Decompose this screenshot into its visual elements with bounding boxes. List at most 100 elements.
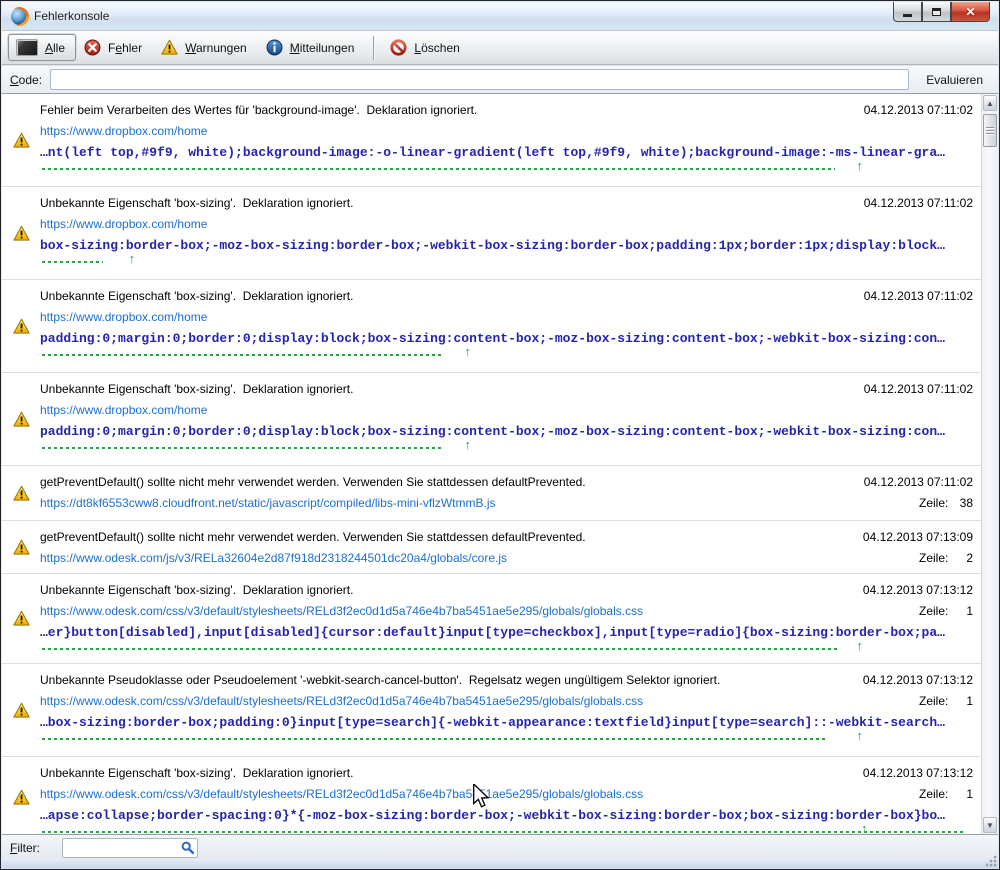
search-icon bbox=[181, 841, 194, 854]
entry-code-excerpt: …box-sizing:border-box;padding:0}input[t… bbox=[40, 715, 973, 730]
scrollbar-down-button[interactable]: ▼ bbox=[983, 817, 997, 833]
entry-timestamp: 04.12.2013 07:13:12 bbox=[863, 766, 973, 780]
entry-timestamp: 04.12.2013 07:11:02 bbox=[864, 475, 973, 489]
entry-line-number: Zeile: 1 bbox=[919, 787, 973, 801]
caret-up-icon: ↑ bbox=[465, 438, 472, 451]
toolbar-button-fehler[interactable]: Fehler bbox=[76, 34, 153, 61]
entry-message: Unbekannte Eigenschaft 'box-sizing'. Dek… bbox=[40, 766, 353, 780]
warning-icon bbox=[13, 610, 30, 627]
toolbar: Alle Fehler Warnungen Mitteilungen bbox=[2, 31, 998, 65]
filter-input[interactable] bbox=[62, 838, 198, 858]
error-position-indicator: ↑ bbox=[40, 733, 973, 746]
entry-code-excerpt: …apse:collapse;border-spacing:0}*{-moz-b… bbox=[40, 808, 973, 823]
console-entry[interactable]: Fehler beim Verarbeiten des Wertes für '… bbox=[2, 94, 981, 187]
entry-timestamp: 04.12.2013 07:11:02 bbox=[864, 289, 973, 303]
entry-code-excerpt: padding:0;margin:0;border:0;display:bloc… bbox=[40, 331, 973, 346]
toolbar-separator bbox=[373, 36, 374, 60]
toolbar-button-mitteilungen[interactable]: Mitteilungen bbox=[258, 34, 366, 61]
console-entry[interactable]: Unbekannte Eigenschaft 'box-sizing'. Dek… bbox=[2, 280, 981, 373]
chevron-down-icon: ▼ bbox=[986, 821, 994, 830]
toolbar-button-alle[interactable]: Alle bbox=[8, 34, 76, 61]
error-icon bbox=[84, 39, 101, 56]
code-input[interactable] bbox=[50, 69, 909, 90]
scrollbar-up-button[interactable]: ▲ bbox=[983, 95, 997, 111]
entry-timestamp: 04.12.2013 07:11:02 bbox=[864, 103, 973, 117]
warning-icon bbox=[13, 485, 30, 502]
entry-code-excerpt: …er}button[disabled],input[disabled]{cur… bbox=[40, 625, 973, 640]
entry-source-link[interactable]: https://www.odesk.com/css/v3/default/sty… bbox=[40, 787, 643, 801]
caret-up-icon: ↑ bbox=[856, 159, 863, 172]
warning-icon bbox=[13, 411, 30, 428]
maximize-button[interactable] bbox=[922, 2, 951, 22]
console-entry[interactable]: getPreventDefault() sollte nicht mehr ve… bbox=[2, 521, 981, 574]
toolbar-label-warnungen: Warnungen bbox=[185, 41, 247, 55]
entry-message: getPreventDefault() sollte nicht mehr ve… bbox=[40, 530, 586, 544]
entry-code-excerpt: …nt(left top,#9f9, white);background-ima… bbox=[40, 145, 973, 160]
entry-source-link[interactable]: https://www.dropbox.com/home bbox=[40, 124, 207, 138]
scrollbar-thumb[interactable] bbox=[983, 114, 997, 147]
toolbar-button-warnungen[interactable]: Warnungen bbox=[153, 34, 258, 61]
console-entry[interactable]: Unbekannte Eigenschaft 'box-sizing'. Dek… bbox=[2, 757, 981, 834]
vertical-scrollbar[interactable]: ▲ ▼ bbox=[981, 94, 998, 834]
warning-icon bbox=[13, 318, 30, 335]
code-label: Code: bbox=[10, 73, 42, 87]
window-bottom-frame bbox=[2, 861, 998, 868]
entry-source-link[interactable]: https://www.odesk.com/css/v3/default/sty… bbox=[40, 604, 643, 618]
title-bar: Fehlerkonsole ✕ bbox=[2, 2, 998, 31]
error-position-indicator: ↑ bbox=[40, 826, 973, 834]
caret-up-icon: ↑ bbox=[856, 639, 863, 652]
console-entry[interactable]: Unbekannte Pseudoklasse oder Pseudoeleme… bbox=[2, 664, 981, 757]
console-message-list: Fehler beim Verarbeiten des Wertes für '… bbox=[2, 94, 998, 835]
caret-up-icon: ↑ bbox=[465, 345, 472, 358]
toolbar-label-loeschen: Löschen bbox=[414, 41, 459, 55]
warning-icon bbox=[161, 39, 178, 56]
close-icon: ✕ bbox=[965, 5, 975, 19]
console-entry[interactable]: Unbekannte Eigenschaft 'box-sizing'. Dek… bbox=[2, 574, 981, 664]
warning-icon bbox=[13, 539, 30, 556]
close-button[interactable]: ✕ bbox=[951, 2, 990, 22]
entry-code-excerpt: box-sizing:border-box;-moz-box-sizing:bo… bbox=[40, 238, 973, 253]
entry-timestamp: 04.12.2013 07:13:09 bbox=[863, 530, 973, 544]
entry-source-link[interactable]: https://www.dropbox.com/home bbox=[40, 310, 207, 324]
toolbar-label-mitteilungen: Mitteilungen bbox=[290, 41, 355, 55]
error-position-indicator: ↑ bbox=[40, 349, 973, 362]
entry-source-link[interactable]: https://dt8kf6553cww8.cloudfront.net/sta… bbox=[40, 496, 496, 510]
entry-source-link[interactable]: https://www.odesk.com/css/v3/default/sty… bbox=[40, 694, 643, 708]
console-window-icon bbox=[16, 39, 38, 56]
toolbar-label-fehler: Fehler bbox=[108, 41, 142, 55]
evaluate-button[interactable]: Evaluieren bbox=[919, 69, 990, 91]
entry-line-number: Zeile: 1 bbox=[919, 604, 973, 618]
entry-timestamp: 04.12.2013 07:13:12 bbox=[863, 673, 973, 687]
entry-source-link[interactable]: https://www.dropbox.com/home bbox=[40, 403, 207, 417]
error-position-indicator: ↑ bbox=[40, 163, 973, 176]
resize-grip[interactable] bbox=[984, 854, 997, 867]
console-entry[interactable]: Unbekannte Eigenschaft 'box-sizing'. Dek… bbox=[2, 187, 981, 280]
entry-source-link[interactable]: https://www.dropbox.com/home bbox=[40, 217, 207, 231]
firefox-icon[interactable] bbox=[11, 8, 28, 25]
warning-icon bbox=[13, 789, 30, 806]
caret-up-icon: ↑ bbox=[861, 822, 868, 834]
code-row: Code: Evaluieren bbox=[2, 66, 998, 94]
console-entry[interactable]: Unbekannte Eigenschaft 'box-sizing'. Dek… bbox=[2, 373, 981, 466]
entry-line-number: Zeile: 1 bbox=[919, 694, 973, 708]
entry-message: getPreventDefault() sollte nicht mehr ve… bbox=[40, 475, 586, 489]
entry-message: Unbekannte Eigenschaft 'box-sizing'. Dek… bbox=[40, 196, 353, 210]
minimize-icon bbox=[903, 14, 912, 17]
info-icon bbox=[266, 39, 283, 56]
filter-label: Filter: bbox=[10, 841, 40, 855]
entry-message: Unbekannte Eigenschaft 'box-sizing'. Dek… bbox=[40, 289, 353, 303]
filter-bar: Filter: bbox=[2, 835, 998, 861]
entry-message: Unbekannte Pseudoklasse oder Pseudoeleme… bbox=[40, 673, 720, 687]
caret-up-icon: ↑ bbox=[856, 729, 863, 742]
entry-line-number: Zeile: 38 bbox=[919, 496, 973, 510]
toolbar-button-loeschen[interactable]: Löschen bbox=[382, 34, 470, 61]
entry-message: Unbekannte Eigenschaft 'box-sizing'. Dek… bbox=[40, 382, 353, 396]
entry-message: Fehler beim Verarbeiten des Wertes für '… bbox=[40, 103, 477, 117]
entry-timestamp: 04.12.2013 07:13:12 bbox=[863, 583, 973, 597]
console-entry[interactable]: getPreventDefault() sollte nicht mehr ve… bbox=[2, 466, 981, 521]
minimize-button[interactable] bbox=[893, 2, 922, 22]
entry-message: Unbekannte Eigenschaft 'box-sizing'. Dek… bbox=[40, 583, 353, 597]
entry-source-link[interactable]: https://www.odesk.com/js/v3/RELa32604e2d… bbox=[40, 551, 507, 565]
chevron-up-icon: ▲ bbox=[986, 99, 994, 108]
entry-line-number: Zeile: 2 bbox=[919, 551, 973, 565]
